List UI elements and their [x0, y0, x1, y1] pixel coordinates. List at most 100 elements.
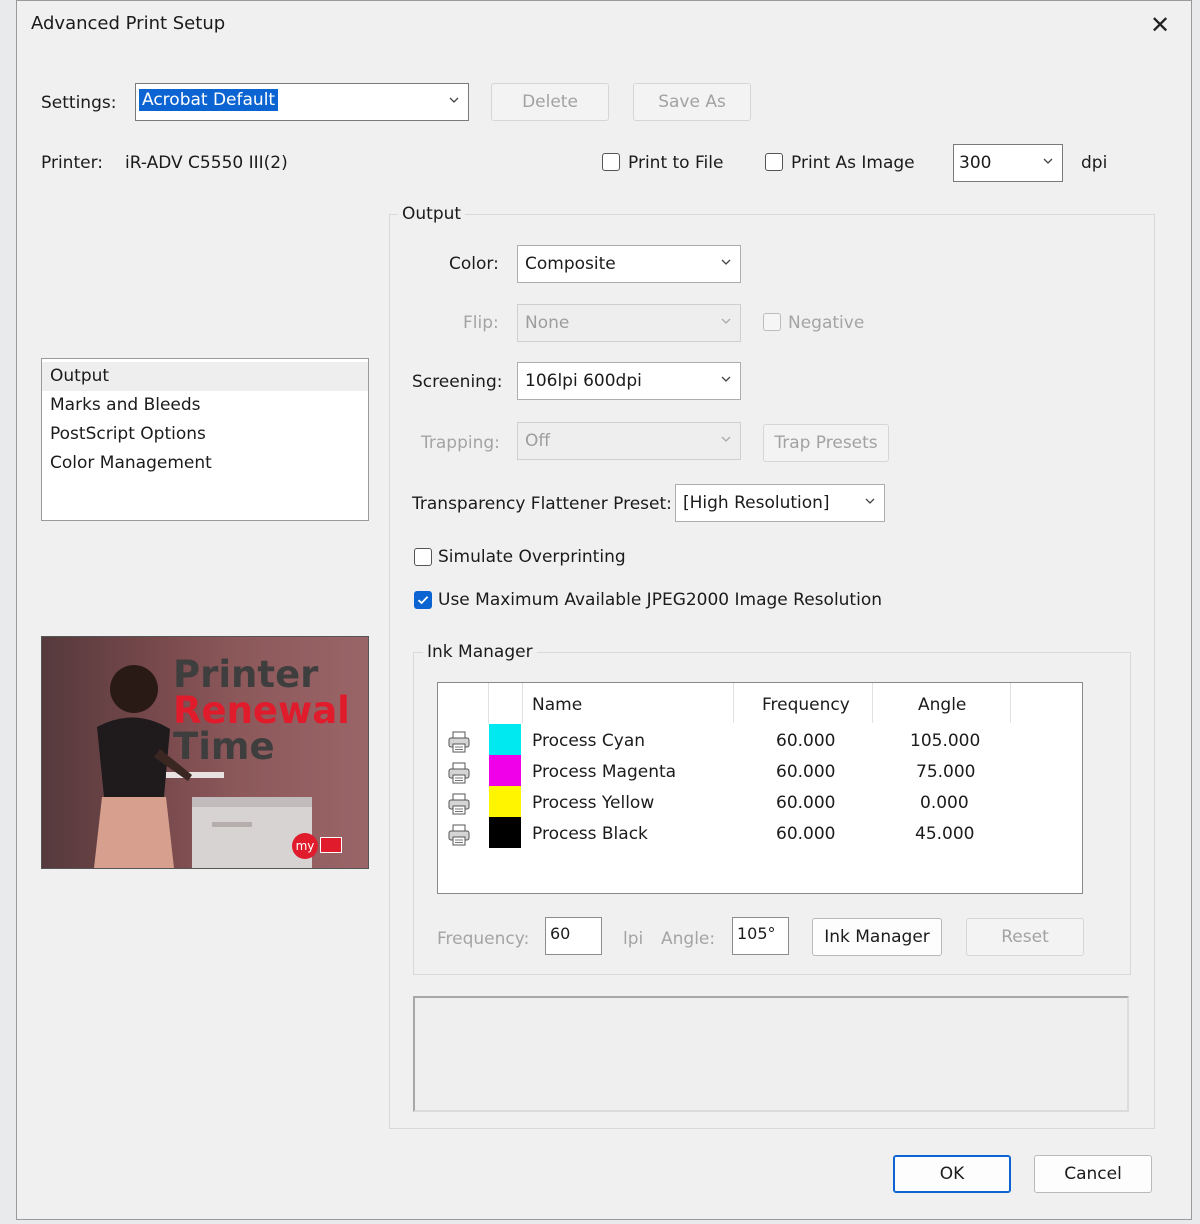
promo-line-3: Time	[173, 725, 275, 768]
chevron-down-icon	[865, 498, 875, 504]
chevron-down-icon	[721, 436, 731, 442]
settings-label-text: Settings:	[41, 93, 117, 113]
ink-swatch-black	[489, 817, 521, 848]
ink-table[interactable]: Name Frequency Angle Process Cyan 60.000…	[437, 682, 1083, 894]
ink-frequency: 60.000	[776, 762, 836, 782]
delete-button[interactable]: Delete	[491, 83, 609, 121]
promo-line-1: Printer	[173, 653, 319, 696]
ink-name: Process Black	[532, 824, 648, 844]
col-header-frequency[interactable]: Frequency	[762, 695, 850, 715]
promo-line-2: Renewal	[173, 689, 350, 732]
ink-angle: 0.000	[920, 793, 969, 813]
printer-icon	[448, 762, 470, 784]
ink-angle: 45.000	[915, 824, 975, 844]
chevron-down-icon	[721, 318, 731, 324]
negative-label: Negative	[788, 313, 865, 333]
print-as-image-label[interactable]: Print As Image	[791, 153, 915, 173]
ink-name: Process Cyan	[532, 731, 646, 751]
angle-input[interactable]: 105°	[732, 917, 789, 955]
print-to-file-label[interactable]: Print to File	[628, 153, 723, 173]
ink-name: Process Yellow	[532, 793, 655, 813]
col-header-angle[interactable]: Angle	[918, 695, 966, 715]
negative-checkbox[interactable]	[763, 313, 781, 331]
printer-icon	[448, 793, 470, 815]
ink-manager-group-title: Ink Manager	[423, 642, 537, 662]
printer-icon	[448, 824, 470, 846]
close-icon[interactable]: ✕	[1142, 7, 1178, 43]
flattener-select[interactable]: [High Resolution]	[675, 484, 885, 522]
settings-select[interactable]: Acrobat Default	[135, 83, 469, 121]
flip-select[interactable]: None	[517, 304, 741, 342]
dpi-value: 300	[959, 153, 992, 173]
lpi-label: lpi	[623, 929, 644, 949]
ink-manager-button[interactable]: Ink Manager	[812, 918, 942, 956]
reset-button[interactable]: Reset	[966, 918, 1084, 956]
save-as-button[interactable]: Save As	[633, 83, 751, 121]
advanced-print-setup-dialog: Advanced Print Setup ✕ Settings: Acrobat…	[16, 0, 1192, 1220]
nav-item-marks-and-bleeds[interactable]: Marks and Bleeds	[42, 391, 368, 420]
ink-swatch-cyan	[489, 724, 521, 755]
color-select[interactable]: Composite	[517, 245, 741, 283]
ink-name: Process Magenta	[532, 762, 677, 782]
promo-image: Printer Renewal Time my	[41, 636, 369, 869]
ok-button[interactable]: OK	[893, 1155, 1011, 1193]
nav-item-color-management[interactable]: Color Management	[42, 449, 368, 478]
frequency-label: Frequency:	[437, 929, 530, 949]
nav-item-postscript-options[interactable]: PostScript Options	[42, 420, 368, 449]
color-value: Composite	[525, 254, 616, 274]
jpeg2000-label[interactable]: Use Maximum Available JPEG2000 Image Res…	[438, 590, 882, 610]
jpeg2000-checkbox[interactable]	[414, 591, 432, 609]
chevron-down-icon	[1043, 158, 1053, 164]
ink-angle: 75.000	[916, 762, 976, 782]
print-to-file-checkbox[interactable]	[602, 153, 620, 171]
simulate-overprinting-label[interactable]: Simulate Overprinting	[438, 547, 626, 567]
settings-value: Acrobat Default	[139, 89, 279, 111]
promo-heading: Printer Renewal Time	[173, 653, 350, 768]
ink-frequency: 60.000	[776, 793, 836, 813]
screening-select[interactable]: 106lpi 600dpi	[517, 362, 741, 400]
column-divider	[872, 683, 873, 723]
cancel-button[interactable]: Cancel	[1034, 1155, 1152, 1193]
nav-item-output[interactable]: Output	[42, 362, 368, 391]
ink-frequency: 60.000	[776, 824, 836, 844]
description-box	[413, 996, 1129, 1112]
dpi-select[interactable]: 300	[953, 144, 1063, 182]
column-divider	[733, 683, 734, 723]
promo-badge: my	[292, 833, 318, 859]
column-divider	[522, 683, 523, 723]
flip-value: None	[525, 313, 570, 333]
flattener-value: [High Resolution]	[683, 493, 830, 513]
simulate-overprinting-checkbox[interactable]	[414, 548, 432, 566]
frequency-input[interactable]: 60	[545, 917, 602, 955]
chevron-down-icon	[449, 97, 459, 103]
chevron-down-icon	[721, 259, 731, 265]
print-as-image-checkbox[interactable]	[765, 153, 783, 171]
col-header-name[interactable]: Name	[532, 695, 582, 715]
dpi-unit: dpi	[1081, 153, 1108, 173]
output-group-title: Output	[398, 204, 466, 224]
trap-presets-button[interactable]: Trap Presets	[763, 424, 889, 462]
screening-value: 106lpi 600dpi	[525, 371, 642, 391]
promo-logo-icon	[320, 837, 342, 853]
flattener-label: Transparency Flattener Preset:	[412, 494, 672, 514]
color-label: Color:	[449, 254, 499, 274]
printer-label: Printer:	[41, 153, 103, 173]
ink-swatch-yellow	[489, 786, 521, 817]
chevron-down-icon	[721, 376, 731, 382]
ink-angle: 105.000	[910, 731, 981, 751]
trapping-value: Off	[525, 431, 551, 451]
category-list[interactable]: Output Marks and Bleeds PostScript Optio…	[41, 358, 369, 521]
column-divider	[488, 683, 489, 723]
ink-frequency: 60.000	[776, 731, 836, 751]
screening-label: Screening:	[412, 372, 503, 392]
column-divider	[1010, 683, 1011, 723]
settings-label: Settings:	[41, 93, 116, 113]
trapping-label: Trapping:	[421, 433, 500, 453]
ink-swatch-magenta	[489, 755, 521, 786]
printer-icon	[448, 731, 470, 753]
flip-label: Flip:	[463, 313, 499, 333]
trapping-select[interactable]: Off	[517, 422, 741, 460]
checkmark-icon	[417, 596, 429, 605]
angle-label: Angle:	[661, 929, 716, 949]
printer-name: iR-ADV C5550 III(2)	[125, 153, 288, 173]
